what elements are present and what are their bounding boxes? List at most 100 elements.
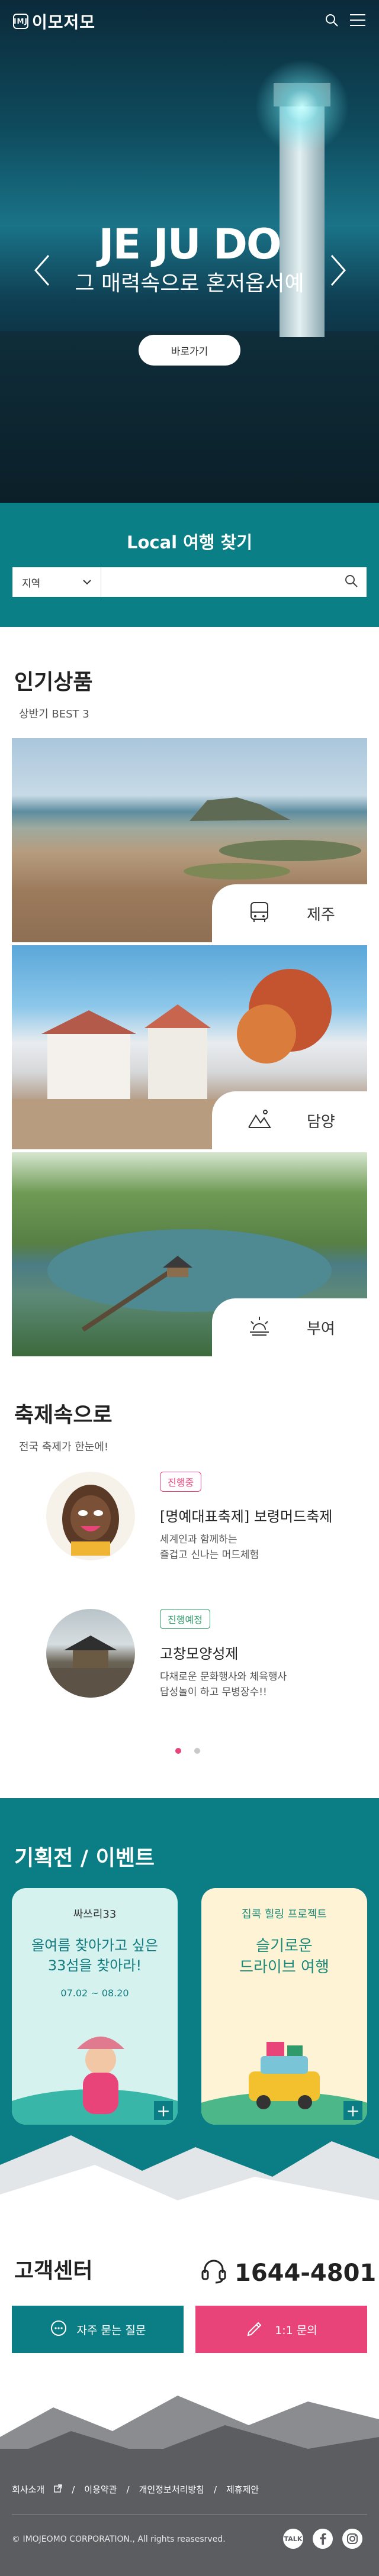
event-tag: 싸쓰리33 (73, 1908, 117, 1921)
hero-title: JE JU DO (98, 220, 281, 269)
kakao-icon[interactable]: TALK (283, 2529, 303, 2549)
event-card[interactable]: 싸쓰리33 올여름 찾아가고 싶은 33섬을 찾아라! 07.02 ~ 08.2… (12, 1888, 178, 2125)
event-card[interactable]: 집콕 힐링 프로젝트 슬기로운 드라이브 여행 + (201, 1888, 367, 2125)
festival-title-text: 축제속으로 (14, 1403, 113, 1427)
facebook-icon[interactable] (313, 2529, 333, 2549)
footer-link-terms[interactable]: 이용약관 (84, 2483, 117, 2496)
pagination-dot[interactable] (194, 1748, 200, 1754)
local-search-section: Local 여행 찾기 지역 (0, 503, 379, 627)
instagram-icon[interactable] (342, 2529, 362, 2549)
region-select-value: 지역 (22, 577, 41, 590)
hero-go-button[interactable]: 바로가기 (139, 335, 240, 366)
events-title: 기획전 / 이벤트 (14, 1838, 155, 1872)
event-headline-line: 드라이브 여행 (239, 1958, 329, 1976)
festival-item[interactable]: 진행예정 고창모양성제 다채로운 문화행사와 체육행사 답성놀이 하고 무병장수… (46, 1609, 354, 1704)
kakao-label: TALK (284, 2535, 303, 2543)
product-card-damyang[interactable]: 담양 (12, 945, 367, 1149)
support-phone[interactable]: 1644-4801 (200, 2257, 376, 2290)
local-search-button[interactable] (336, 567, 367, 597)
events-section: 기획전 / 이벤트 싸쓰리33 올여름 찾아가고 싶은 33섬을 찾아라! 07… (0, 1798, 379, 2224)
headset-icon (200, 2257, 227, 2290)
event-illustration-beach (12, 2037, 178, 2125)
event-tag: 집콕 힐링 프로젝트 (242, 1908, 327, 1921)
product-label: 제주 (212, 884, 367, 942)
events-title-text: 기획전 / 이벤트 (14, 1846, 155, 1870)
festival-desc-line: 즐겁고 신나는 머드체험 (160, 1549, 259, 1561)
events-mountains (0, 2135, 379, 2224)
menu-icon[interactable] (349, 14, 366, 29)
faq-button-label: 자주 묻는 질문 (76, 2323, 146, 2337)
site-logo[interactable]: IMJ 이모저모 (13, 9, 95, 33)
product-label-text: 담양 (307, 1113, 335, 1131)
event-date: 07.02 ~ 08.20 (60, 1987, 129, 1999)
hero-banner: JE JU DO 그 매력속으로 혼저옵서예 바로가기 (0, 0, 379, 503)
festival-desc-line: 답성놀이 하고 무병장수!! (160, 1686, 267, 1698)
popular-title-text: 인기상품 (14, 670, 93, 694)
pagination-dot[interactable] (175, 1748, 181, 1754)
inquiry-button[interactable]: 1:1 문의 (195, 2306, 367, 2353)
header-actions (325, 13, 366, 30)
chat-icon (50, 2319, 68, 2340)
top-header: IMJ 이모저모 (0, 0, 379, 43)
product-card-jeju[interactable]: 제주 (12, 738, 367, 942)
inquiry-button-label: 1:1 문의 (275, 2323, 317, 2337)
footer-link-privacy[interactable]: 개인정보처리방침 (139, 2483, 204, 2496)
festival-name: 고창모양성제 (160, 1646, 239, 1662)
support-title: 고객센터 (14, 2251, 93, 2284)
event-illustration-car (201, 2042, 367, 2125)
support-phone-number: 1644-4801 (235, 2260, 377, 2287)
festival-desc: 세계인과 함께하는 즐겁고 신나는 머드체험 (160, 1532, 349, 1563)
festival-desc-line: 다채로운 문화행사와 체육행사 (160, 1671, 287, 1683)
festival-pagination (175, 1748, 200, 1754)
status-badge: 진행중 (160, 1472, 202, 1492)
page: JE JU DO 그 매력속으로 혼저옵서예 바로가기 IMJ 이모저모 Loc… (0, 0, 379, 2576)
footer-copyright: © IMOJEOMO CORPORATION., All rights reas… (12, 2535, 226, 2544)
footer-separator: / (213, 2484, 217, 2495)
festival-desc-line: 세계인과 함께하는 (160, 1534, 237, 1546)
popular-subtitle: 상반기 BEST 3 (19, 708, 89, 720)
product-label: 담양 (212, 1091, 367, 1149)
festival-desc: 다채로운 문화행사와 체육행사 답성놀이 하고 무병장수!! (160, 1669, 349, 1700)
product-label-text: 제주 (307, 906, 335, 924)
logo-mark: IMJ (13, 14, 28, 29)
festival-item[interactable]: 진행중 [명예대표축제] 보령머드축제 세계인과 함께하는 즐겁고 신나는 머드… (46, 1472, 354, 1566)
festival-title: 축제속으로 (14, 1395, 113, 1428)
footer-separator: / (126, 2484, 130, 2495)
external-link-icon (54, 2484, 62, 2495)
hero-subtitle: 그 매력속으로 혼저옵서예 (75, 272, 304, 296)
faq-button[interactable]: 자주 묻는 질문 (12, 2306, 184, 2353)
footer-link-partnership[interactable]: 제휴제안 (226, 2483, 259, 2496)
event-headline-line: 올여름 찾아가고 싶은 (31, 1937, 158, 1954)
event-headline: 올여름 찾아가고 싶은 33섬을 찾아라! (12, 1935, 178, 1976)
event-more-button[interactable]: + (154, 2101, 173, 2121)
chevron-left-icon[interactable] (33, 254, 51, 286)
festival-name: [명예대표축제] 보령머드축제 (160, 1508, 333, 1525)
search-icon (344, 574, 358, 590)
status-badge: 진행예정 (160, 1609, 210, 1629)
event-more-button[interactable]: + (343, 2101, 362, 2121)
event-headline: 슬기로운 드라이브 여행 (201, 1935, 367, 1978)
footer-separator: / (72, 2484, 75, 2495)
local-search-bar: 지역 (12, 567, 367, 597)
product-label: 부여 (212, 1298, 367, 1356)
chevron-down-icon (83, 576, 91, 588)
product-label-text: 부여 (307, 1320, 335, 1338)
festival-image-boryeong (46, 1472, 135, 1560)
event-headline-line: 33섬을 찾아라! (47, 1957, 142, 1974)
footer-link-company[interactable]: 회사소개 (12, 2483, 44, 2496)
local-title: Local 여행 찾기 (126, 532, 252, 552)
sunrise-icon (248, 1314, 271, 1340)
logo-text: 이모저모 (32, 12, 96, 32)
hero-light-glow (255, 59, 349, 154)
site-footer: 회사소개 / 이용약관 / 개인정보처리방침 / 제휴제안 © IMOJEOMO… (0, 2449, 379, 2576)
festival-image-gochang (46, 1609, 135, 1698)
local-search-input[interactable] (101, 567, 336, 597)
festival-subtitle: 전국 축제가 한눈에! (19, 1441, 109, 1453)
mountain-icon (248, 1107, 271, 1133)
product-card-buyeo[interactable]: 부여 (12, 1152, 367, 1356)
support-title-text: 고객센터 (14, 2259, 93, 2283)
search-icon[interactable] (325, 13, 339, 30)
bus-icon (248, 900, 271, 926)
region-select[interactable]: 지역 (12, 567, 101, 597)
chevron-right-icon[interactable] (329, 254, 347, 286)
